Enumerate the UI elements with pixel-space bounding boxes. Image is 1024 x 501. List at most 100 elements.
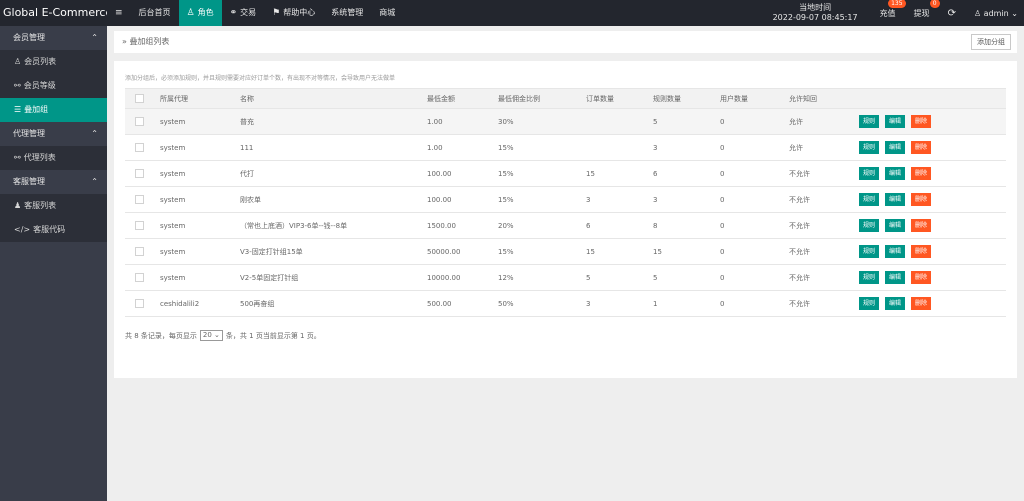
row-checkbox[interactable] <box>135 247 144 256</box>
select-all-checkbox[interactable] <box>135 94 144 103</box>
add-group-button[interactable]: 添加分组 <box>971 34 1011 50</box>
row-checkbox[interactable] <box>135 221 144 230</box>
delete-button[interactable]: 删除 <box>911 245 932 258</box>
rules-button[interactable]: 规则 <box>859 271 880 284</box>
col-user-count: 用户数量 <box>720 88 789 109</box>
row-actions: 规则 编辑 删除 <box>859 245 1006 258</box>
edit-button[interactable]: 编辑 <box>885 115 906 128</box>
rules-button[interactable]: 规则 <box>859 115 880 128</box>
app-title: Global E-Commerce... <box>3 6 107 19</box>
cell-name: 代打 <box>240 160 427 187</box>
nav-system[interactable]: 系统管理 <box>323 0 371 26</box>
edit-button[interactable]: 编辑 <box>885 271 906 284</box>
row-actions: 规则 编辑 删除 <box>859 115 1006 128</box>
nav-home[interactable]: 后台首页 <box>131 0 179 26</box>
delete-button[interactable]: 删除 <box>911 271 932 284</box>
cell-agent: system <box>160 134 240 161</box>
cell-allow: 不允许 <box>789 186 859 213</box>
sidebar-group-service[interactable]: 客服管理 ⌃ <box>0 170 107 194</box>
users-icon: ♟ <box>14 201 22 210</box>
rules-button[interactable]: 规则 <box>859 219 880 232</box>
delete-button[interactable]: 删除 <box>911 141 932 154</box>
menu-toggle-button[interactable]: ≡ <box>107 0 131 26</box>
sidebar-item-service-code[interactable]: </> 客服代码 <box>0 218 107 242</box>
row-checkbox[interactable] <box>135 117 144 126</box>
table-row: system 代打 100.00 15% 15 6 0 不允许 规则 编辑 删除 <box>125 160 1006 187</box>
refresh-icon[interactable]: ⟳ <box>948 8 956 19</box>
nav-role[interactable]: ♙ 角色 <box>178 0 222 26</box>
link-icon: ⚯ <box>14 153 21 162</box>
top-bar: Global E-Commerce... ≡ 后台首页 ♙角色 ⚭交易 ⚑帮助中… <box>0 0 1024 26</box>
rules-button[interactable]: 规则 <box>859 141 880 154</box>
edit-button[interactable]: 编辑 <box>885 219 906 232</box>
recharge-link[interactable]: 充值 135 <box>880 0 906 19</box>
sidebar-item-label: 会员等级 <box>23 81 56 90</box>
cell-min-amount: 50000.00 <box>427 238 498 265</box>
sidebar-item-agent-list[interactable]: ⚯ 代理列表 <box>0 146 107 170</box>
clock-label: 当地时间 <box>799 3 832 12</box>
cell-min-commission: 15% <box>498 186 586 213</box>
page-size-select[interactable]: 20 ⌄ <box>199 330 223 341</box>
withdraw-link[interactable]: 提现 0 <box>914 0 940 19</box>
edit-button[interactable]: 编辑 <box>885 141 906 154</box>
sidebar-item-service-list[interactable]: ♟ 客服列表 <box>0 194 107 218</box>
sidebar-group-member[interactable]: 会员管理 ⌃ <box>0 26 107 50</box>
delete-button[interactable]: 删除 <box>911 297 932 310</box>
cell-allow: 不允许 <box>789 290 859 317</box>
cell-order-count <box>586 134 653 161</box>
cell-min-commission: 20% <box>498 212 586 239</box>
row-checkbox[interactable] <box>135 169 144 178</box>
delete-button[interactable]: 删除 <box>911 219 932 232</box>
row-checkbox[interactable] <box>135 299 144 308</box>
hint-text: 添加分组后，必须添加规则，并且规则需要对应好订单个数，有出现不对等情况，会导致用… <box>125 75 396 82</box>
sidebar-group-label: 客服管理 <box>13 177 45 186</box>
rules-button[interactable]: 规则 <box>859 167 880 180</box>
sidebar-item-stack-group[interactable]: ☰ 叠加组 <box>0 98 107 122</box>
nav-role-label: 角色 <box>197 8 214 17</box>
cell-rule-count: 3 <box>653 134 720 161</box>
user-icon: ♙ <box>186 8 195 18</box>
row-checkbox[interactable] <box>135 143 144 152</box>
list-icon: ☰ <box>14 105 22 114</box>
delete-button[interactable]: 删除 <box>911 193 932 206</box>
delete-button[interactable]: 删除 <box>911 115 932 128</box>
table-row: ceshidalili2 500再奋组 500.00 50% 3 1 0 不允许 规则 编辑 删除 <box>125 290 1006 317</box>
user-menu[interactable]: ♙ admin ⌄ <box>974 9 1018 18</box>
breadcrumb: » 叠加组列表 <box>122 31 169 53</box>
edit-button[interactable]: 编辑 <box>885 297 906 310</box>
edit-button[interactable]: 编辑 <box>885 245 906 258</box>
cell-allow: 不允许 <box>789 238 859 265</box>
col-agent: 所属代理 <box>160 88 240 109</box>
col-min-commission: 最低佣金比例 <box>498 88 586 109</box>
rules-button[interactable]: 规则 <box>859 193 880 206</box>
sidebar-item-member-level[interactable]: ⚯ 会员等级 <box>0 74 107 98</box>
cell-ops: 规则 编辑 删除 <box>859 134 1006 161</box>
delete-button[interactable]: 删除 <box>911 167 932 180</box>
edit-button[interactable]: 编辑 <box>885 193 906 206</box>
cell-ops: 规则 编辑 删除 <box>859 264 1006 291</box>
edit-button[interactable]: 编辑 <box>885 167 906 180</box>
cell-order-count: 15 <box>586 160 653 187</box>
col-order-count: 订单数量 <box>586 88 653 109</box>
chevron-down-icon: ⌄ <box>1008 8 1018 18</box>
nav-mall[interactable]: 商城 <box>371 0 403 26</box>
nav-help-label: 帮助中心 <box>283 8 316 17</box>
cell-order-count: 6 <box>586 212 653 239</box>
sidebar-group-agent[interactable]: 代理管理 ⌃ <box>0 122 107 146</box>
row-select-cell <box>125 186 160 213</box>
table-body: system 普充 1.00 30% 5 0 允许 规则 编辑 删除 system 111 1.00 15… <box>125 108 1006 317</box>
cell-ops: 规则 编辑 删除 <box>859 108 1006 135</box>
rules-button[interactable]: 规则 <box>859 297 880 310</box>
rules-button[interactable]: 规则 <box>859 245 880 258</box>
sidebar-item-member-list[interactable]: ♙ 会员列表 <box>0 50 107 74</box>
cell-user-count: 0 <box>720 264 789 291</box>
nav-trade[interactable]: ⚭ 交易 <box>222 0 265 26</box>
sidebar-item-label: 叠加组 <box>24 105 49 114</box>
cell-rule-count: 6 <box>653 160 720 187</box>
cell-min-commission: 15% <box>498 238 586 265</box>
row-actions: 规则 编辑 删除 <box>859 167 1006 180</box>
nav-help[interactable]: ⚑ 帮助中心 <box>264 0 323 26</box>
row-checkbox[interactable] <box>135 273 144 282</box>
row-actions: 规则 编辑 删除 <box>859 271 1006 284</box>
row-checkbox[interactable] <box>135 195 144 204</box>
